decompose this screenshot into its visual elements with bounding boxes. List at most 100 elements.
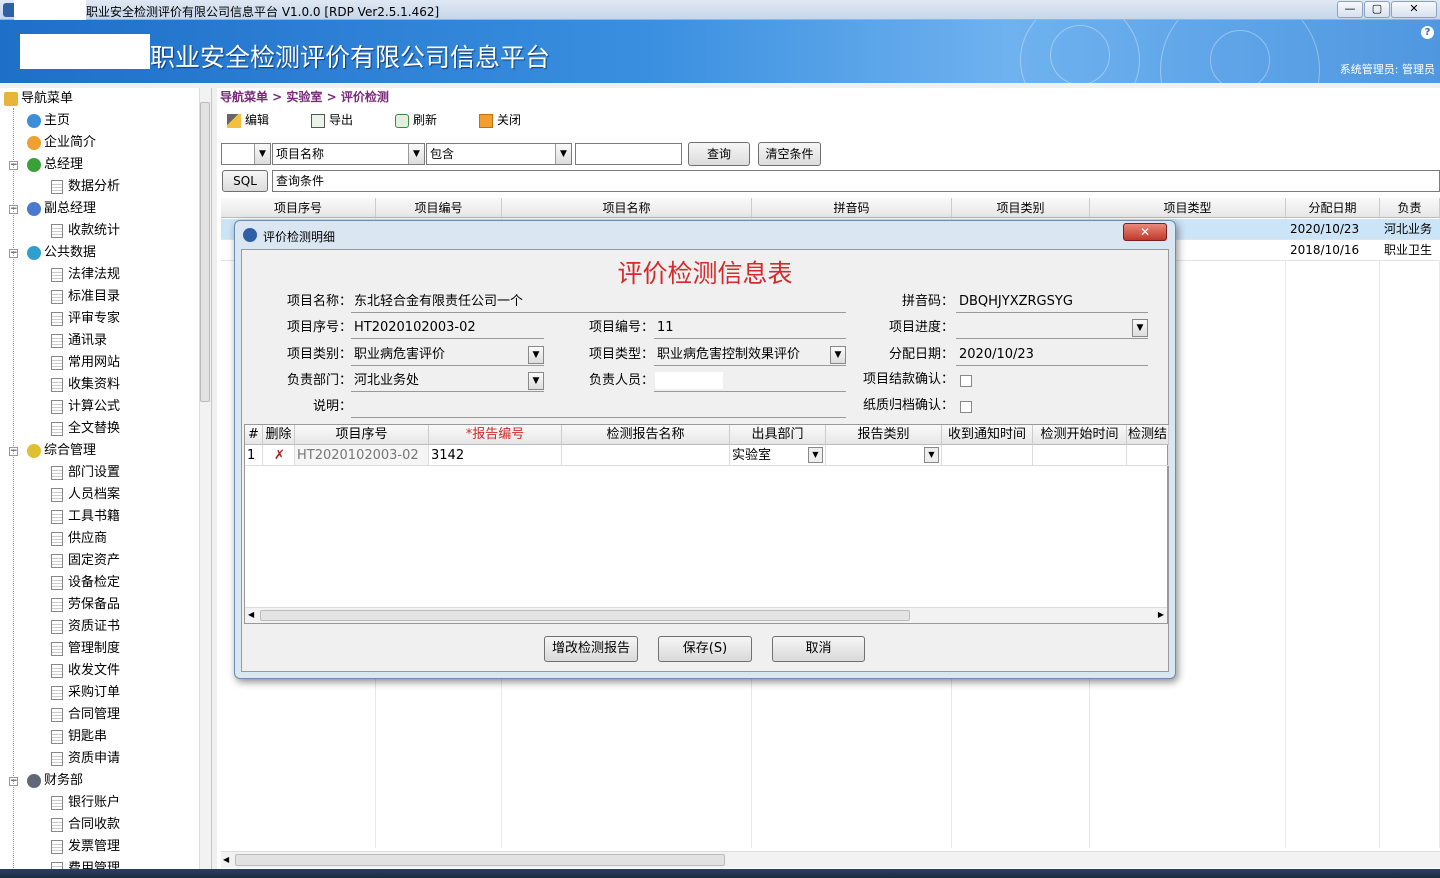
grid-col-header[interactable]: 项目名称 bbox=[502, 198, 752, 218]
nav-item-11[interactable]: 常用网站 bbox=[51, 353, 120, 373]
grid-col-header[interactable]: 拼音码 bbox=[752, 198, 952, 218]
nav-item-8[interactable]: 标准目录 bbox=[51, 287, 120, 307]
project-seq-field[interactable]: HT2020102003-02 bbox=[351, 317, 544, 339]
report-table-scrollbar[interactable]: ◀ ▶ bbox=[245, 607, 1167, 623]
report-col-header[interactable]: 报告类别 bbox=[826, 425, 942, 445]
nav-item-10[interactable]: 通讯录 bbox=[51, 331, 107, 351]
sidebar-scroll-thumb[interactable] bbox=[200, 102, 210, 402]
grid-col-header[interactable]: 负责 bbox=[1380, 198, 1440, 218]
report-col-header[interactable]: 检测报告名称 bbox=[562, 425, 730, 445]
nav-item-9[interactable]: 评审专家 bbox=[51, 309, 120, 329]
dept-select[interactable]: 河北业务处 ▼ bbox=[351, 370, 544, 392]
nav-item-23[interactable]: 资质证书 bbox=[51, 617, 120, 637]
nav-item-19[interactable]: 供应商 bbox=[51, 529, 107, 549]
report-col-header[interactable]: 收到通知时间 bbox=[942, 425, 1033, 445]
report-scroll-thumb[interactable] bbox=[260, 610, 910, 621]
scroll-left-icon[interactable]: ◀ bbox=[248, 610, 254, 619]
filter-field1-select[interactable]: ▼ bbox=[221, 143, 271, 165]
report-cell-empty[interactable] bbox=[1127, 445, 1169, 466]
date-field[interactable]: 2020/10/23 bbox=[956, 344, 1148, 366]
report-cell-start_time[interactable] bbox=[1033, 445, 1127, 466]
nav-item-17[interactable]: 人员档案 bbox=[51, 485, 120, 505]
export-button[interactable]: 导出 bbox=[311, 111, 353, 129]
nav-item-26[interactable]: 采购订单 bbox=[51, 683, 120, 703]
grid-col-header[interactable]: 项目序号 bbox=[221, 198, 376, 218]
scroll-left-icon[interactable]: ◀ bbox=[223, 854, 233, 866]
nav-item-15[interactable]: 综合管理 bbox=[27, 441, 96, 461]
nav-item-29[interactable]: 资质申请 bbox=[51, 749, 120, 769]
edit-button[interactable]: 编辑 bbox=[227, 111, 269, 129]
nav-item-32[interactable]: 合同收款 bbox=[51, 815, 120, 835]
maximize-button[interactable]: ▢ bbox=[1364, 1, 1390, 18]
close-button[interactable]: 关闭 bbox=[479, 111, 521, 129]
report-col-header[interactable]: 出具部门 bbox=[730, 425, 826, 445]
nav-item-27[interactable]: 合同管理 bbox=[51, 705, 120, 725]
nav-item-1[interactable]: 企业简介 bbox=[27, 133, 96, 153]
grid-col-header[interactable]: 项目类别 bbox=[952, 198, 1090, 218]
nav-item-24[interactable]: 管理制度 bbox=[51, 639, 120, 659]
nav-root[interactable]: 导航菜单 bbox=[4, 89, 73, 109]
sql-button[interactable]: SQL bbox=[222, 170, 268, 192]
main-scroll-thumb[interactable] bbox=[235, 854, 725, 866]
report-cell-report_no[interactable]: 3142 bbox=[429, 445, 562, 466]
report-cell-category[interactable]: ▼ bbox=[826, 445, 942, 466]
filter-value-input[interactable] bbox=[575, 143, 682, 165]
query-condition-field[interactable]: 查询条件 bbox=[272, 170, 1440, 192]
query-button[interactable]: 查询 bbox=[688, 142, 750, 166]
settle-confirm-checkbox[interactable] bbox=[960, 375, 972, 387]
nav-item-20[interactable]: 固定资产 bbox=[51, 551, 120, 571]
cancel-button[interactable]: 取消 bbox=[772, 636, 865, 662]
nav-item-18[interactable]: 工具书籍 bbox=[51, 507, 120, 527]
nav-item-16[interactable]: 部门设置 bbox=[51, 463, 120, 483]
add-report-button[interactable]: 增改检测报告 bbox=[544, 636, 638, 662]
nav-item-6[interactable]: 公共数据 bbox=[27, 243, 96, 263]
report-cell-notice_time[interactable] bbox=[942, 445, 1033, 466]
nav-item-34[interactable]: 费用管理 bbox=[51, 859, 120, 869]
pinyin-field[interactable]: DBQHJYXZRGSYG bbox=[956, 291, 1148, 313]
project-no-field[interactable]: 11 bbox=[654, 317, 846, 339]
nav-item-21[interactable]: 设备检定 bbox=[51, 573, 120, 593]
report-cell-dept[interactable]: 实验室 ▼ bbox=[730, 445, 826, 466]
help-icon[interactable]: ? bbox=[1421, 26, 1434, 39]
clear-conditions-button[interactable]: 清空条件 bbox=[758, 142, 821, 166]
report-col-header[interactable]: # bbox=[245, 425, 263, 445]
nav-item-4[interactable]: 副总经理 bbox=[27, 199, 96, 219]
report-col-header[interactable]: 检测结 bbox=[1127, 425, 1169, 445]
sidebar-scrollbar[interactable] bbox=[199, 88, 211, 869]
dialog-close-button[interactable]: ✕ bbox=[1123, 223, 1167, 241]
main-horizontal-scrollbar[interactable]: ◀ bbox=[221, 851, 1440, 868]
nav-item-13[interactable]: 计算公式 bbox=[51, 397, 120, 417]
nav-item-25[interactable]: 收发文件 bbox=[51, 661, 120, 681]
nav-item-5[interactable]: 收款统计 bbox=[51, 221, 120, 241]
report-cell-num[interactable]: 1 bbox=[245, 445, 263, 466]
save-button[interactable]: 保存(S) bbox=[658, 636, 752, 662]
nav-item-0[interactable]: 主页 bbox=[27, 111, 70, 131]
report-col-header[interactable]: 检测开始时间 bbox=[1033, 425, 1127, 445]
grid-col-header[interactable]: 分配日期 bbox=[1286, 198, 1380, 218]
close-window-button[interactable]: ✕ bbox=[1391, 1, 1437, 18]
nav-item-22[interactable]: 劳保备品 bbox=[51, 595, 120, 615]
type-select[interactable]: 职业病危害控制效果评价 ▼ bbox=[654, 344, 846, 366]
nav-item-3[interactable]: 数据分析 bbox=[51, 177, 120, 197]
refresh-button[interactable]: 刷新 bbox=[395, 111, 437, 129]
filter-field2-select[interactable]: 项目名称 ▼ bbox=[272, 143, 425, 165]
nav-item-28[interactable]: 钥匙串 bbox=[51, 727, 107, 747]
report-cell-report_name[interactable] bbox=[562, 445, 730, 466]
archive-confirm-checkbox[interactable] bbox=[960, 401, 972, 413]
grid-col-header[interactable]: 项目类型 bbox=[1090, 198, 1286, 218]
grid-col-header[interactable]: 项目编号 bbox=[376, 198, 502, 218]
nav-item-2[interactable]: 总经理 bbox=[27, 155, 83, 175]
report-col-header[interactable]: 删除 bbox=[263, 425, 295, 445]
scroll-right-icon[interactable]: ▶ bbox=[1158, 610, 1164, 619]
minimize-button[interactable]: — bbox=[1337, 1, 1363, 18]
report-cell-seq[interactable]: HT2020102003-02 bbox=[295, 445, 429, 466]
delete-row-icon[interactable]: ✗ bbox=[263, 445, 295, 466]
nav-item-12[interactable]: 收集资料 bbox=[51, 375, 120, 395]
nav-item-33[interactable]: 发票管理 bbox=[51, 837, 120, 857]
nav-item-7[interactable]: 法律法规 bbox=[51, 265, 120, 285]
report-col-header[interactable]: *报告编号 bbox=[429, 425, 562, 445]
category-select[interactable]: 职业病危害评价 ▼ bbox=[351, 344, 544, 366]
nav-item-30[interactable]: 财务部 bbox=[27, 771, 83, 791]
filter-operator-select[interactable]: 包含 ▼ bbox=[426, 143, 572, 165]
progress-select[interactable]: ▼ bbox=[956, 317, 1148, 339]
